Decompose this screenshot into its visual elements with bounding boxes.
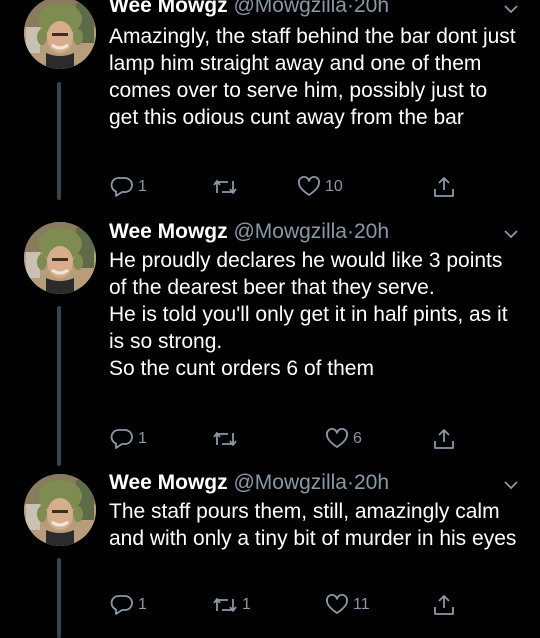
reply-button[interactable]: 1 (109, 593, 147, 617)
tweet-actions: 1 6 (109, 427, 509, 455)
retweet-icon (213, 432, 237, 446)
reply-button[interactable]: 1 (109, 427, 147, 451)
display-name[interactable]: Wee Mowgz (109, 471, 228, 494)
heart-icon (326, 428, 348, 448)
tweet-header: Wee Mowgz @Mowgzilla·20h (109, 0, 389, 18)
retweet-button[interactable] (211, 427, 242, 451)
user-handle[interactable]: @Mowgzilla (233, 0, 347, 17)
avatar[interactable] (24, 222, 96, 294)
tweet[interactable]: Wee Mowgz @Mowgzilla·20h Amazingly, the … (0, 0, 540, 210)
tweet[interactable]: Wee Mowgz @Mowgzilla·20h The staff pours… (0, 465, 540, 638)
display-name[interactable]: Wee Mowgz (109, 0, 228, 17)
share-button[interactable] (431, 427, 457, 451)
heart-icon (298, 176, 320, 196)
thread-line (57, 306, 61, 466)
display-name[interactable]: Wee Mowgz (109, 220, 228, 243)
retweet-icon (213, 598, 237, 612)
tweet-text: The staff pours them, still, amazingly c… (109, 500, 517, 550)
separator-dot: · (346, 0, 354, 17)
timestamp[interactable]: 20h (354, 0, 389, 17)
share-icon (434, 595, 454, 615)
like-count: 6 (353, 430, 362, 447)
avatar[interactable] (24, 474, 96, 546)
tweet-text: He proudly declares he would like 3 poin… (109, 249, 508, 380)
retweet-icon (213, 180, 237, 194)
reply-icon (110, 595, 133, 615)
chevron-down-icon[interactable] (504, 2, 518, 16)
user-handle[interactable]: @Mowgzilla (233, 471, 347, 494)
separator-dot: · (346, 220, 354, 243)
reply-count: 1 (138, 178, 147, 195)
like-count: 10 (325, 178, 343, 195)
like-count: 11 (353, 596, 370, 613)
thread-line (57, 82, 61, 200)
retweet-button[interactable] (211, 175, 242, 199)
reply-count: 1 (138, 596, 147, 613)
thread-line (57, 558, 61, 638)
tweet[interactable]: Wee Mowgz @Mowgzilla·20h He proudly decl… (0, 210, 540, 466)
share-icon (434, 429, 454, 449)
tweet-text: Amazingly, the staff behind the bar dont… (109, 25, 516, 129)
avatar[interactable] (24, 0, 96, 69)
retweet-count: 1 (242, 596, 251, 613)
retweet-button[interactable]: 1 (211, 593, 251, 617)
separator-dot: · (346, 471, 354, 494)
tweet-actions: 1 1 11 (109, 593, 509, 621)
heart-icon (326, 594, 348, 614)
reply-button[interactable]: 1 (109, 175, 147, 199)
share-icon (434, 177, 454, 197)
chevron-down-icon[interactable] (504, 478, 518, 492)
like-button[interactable]: 10 (296, 175, 343, 199)
like-button[interactable]: 11 (324, 593, 370, 617)
reply-count: 1 (138, 430, 147, 447)
reply-icon (110, 429, 133, 449)
user-handle[interactable]: @Mowgzilla (233, 220, 347, 243)
tweet-actions: 1 10 (109, 175, 509, 203)
chevron-down-icon[interactable] (504, 227, 518, 241)
share-button[interactable] (431, 175, 457, 199)
timestamp[interactable]: 20h (354, 471, 389, 494)
reply-icon (110, 177, 133, 197)
share-button[interactable] (431, 593, 457, 617)
tweet-header: Wee Mowgz @Mowgzilla·20h (109, 220, 389, 244)
timestamp[interactable]: 20h (354, 220, 389, 243)
like-button[interactable]: 6 (324, 427, 362, 451)
tweet-header: Wee Mowgz @Mowgzilla·20h (109, 471, 389, 495)
